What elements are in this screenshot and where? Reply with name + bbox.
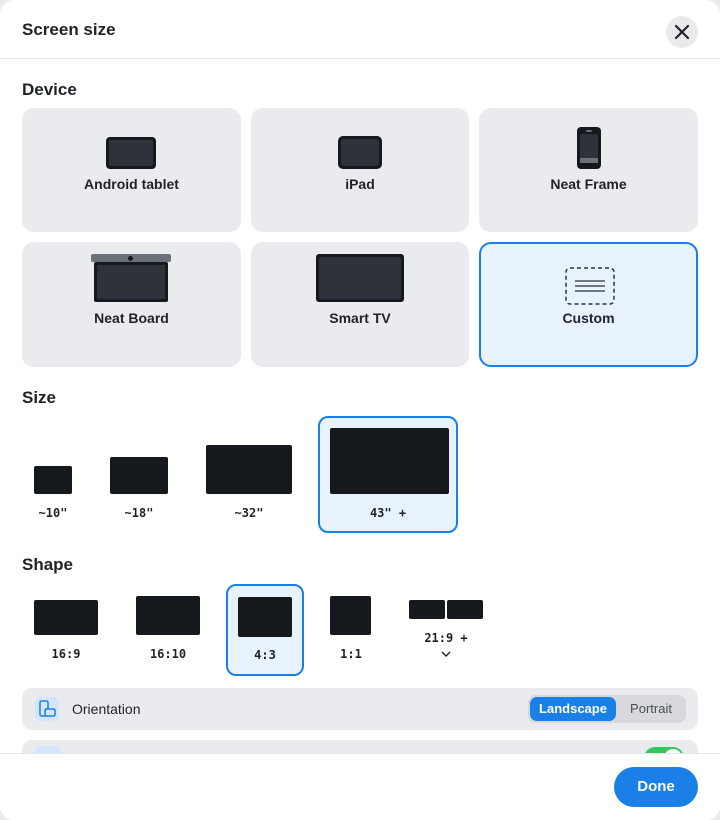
orientation-segmented-control: Landscape Portrait	[528, 695, 686, 723]
dialog-header: Screen size	[0, 0, 720, 59]
close-button[interactable]	[666, 16, 698, 48]
shape-option-21-9-plus[interactable]: 21:9 +	[404, 584, 488, 675]
close-icon	[674, 24, 690, 40]
shape-preview	[447, 600, 483, 619]
orientation-row: Orientation Landscape Portrait	[22, 688, 698, 730]
size-preview	[330, 428, 449, 494]
chevron-down-icon[interactable]	[441, 650, 451, 658]
device-label: Android tablet	[84, 176, 179, 192]
device-tile-ipad[interactable]: iPad	[251, 108, 469, 232]
ipad-icon	[338, 136, 382, 169]
size-option-18[interactable]: ~18"	[102, 416, 176, 533]
orientation-icon	[35, 697, 59, 721]
phone-icon	[577, 127, 601, 169]
device-tile-smart-tv[interactable]: Smart TV	[251, 242, 469, 367]
size-label: ~18"	[124, 506, 154, 520]
custom-icon	[565, 267, 615, 305]
size-option-43-plus[interactable]: 43" +	[318, 416, 458, 533]
device-label: Neat Frame	[550, 176, 627, 192]
orientation-label: Orientation	[72, 701, 141, 717]
screen-size-dialog: Screen size Device Android tablet iPad N…	[0, 0, 720, 820]
device-tile-neat-board[interactable]: Neat Board	[22, 242, 241, 367]
shape-preview	[34, 600, 98, 635]
shape-label: 21:9 +	[424, 631, 468, 645]
size-label: ~10"	[38, 506, 68, 520]
device-section-label: Device	[22, 80, 77, 99]
device-tile-android-tablet[interactable]: Android tablet	[22, 108, 241, 232]
device-label: iPad	[345, 176, 375, 192]
shape-option-16-9[interactable]: 16:9	[26, 584, 106, 675]
portrait-option[interactable]: Portrait	[618, 697, 684, 721]
dialog-title: Screen size	[22, 20, 116, 39]
shape-label: 4:3	[254, 648, 276, 662]
device-label: Custom	[562, 310, 615, 326]
shape-label: 16:10	[149, 647, 187, 661]
size-preview	[34, 466, 72, 494]
shape-preview	[330, 596, 371, 635]
shape-section-label: Shape	[22, 555, 74, 574]
size-label: ~32"	[234, 506, 264, 520]
size-preview	[206, 445, 292, 494]
size-option-32[interactable]: ~32"	[198, 416, 300, 533]
size-preview	[110, 457, 168, 494]
shape-option-1-1[interactable]: 1:1	[322, 584, 380, 675]
size-label: 43" +	[369, 506, 407, 520]
done-button[interactable]: Done	[614, 767, 698, 807]
board-icon	[91, 254, 171, 302]
shape-preview	[238, 597, 292, 637]
device-label: Neat Board	[94, 310, 169, 326]
device-label: Smart TV	[329, 310, 391, 326]
tv-icon	[316, 254, 404, 302]
size-option-10[interactable]: ~10"	[22, 416, 84, 533]
shape-preview	[136, 596, 200, 635]
dialog-footer: Done	[0, 753, 720, 820]
shape-option-4-3[interactable]: 4:3	[226, 584, 304, 676]
shape-label: 16:9	[51, 647, 81, 661]
shape-preview	[409, 600, 445, 619]
device-tile-neat-frame[interactable]: Neat Frame	[479, 108, 698, 232]
landscape-option[interactable]: Landscape	[530, 697, 616, 721]
shape-label: 1:1	[340, 647, 362, 661]
tablet-icon	[106, 137, 156, 169]
shape-option-16-10[interactable]: 16:10	[128, 584, 208, 675]
device-tile-custom[interactable]: Custom	[479, 242, 698, 367]
size-section-label: Size	[22, 388, 57, 407]
